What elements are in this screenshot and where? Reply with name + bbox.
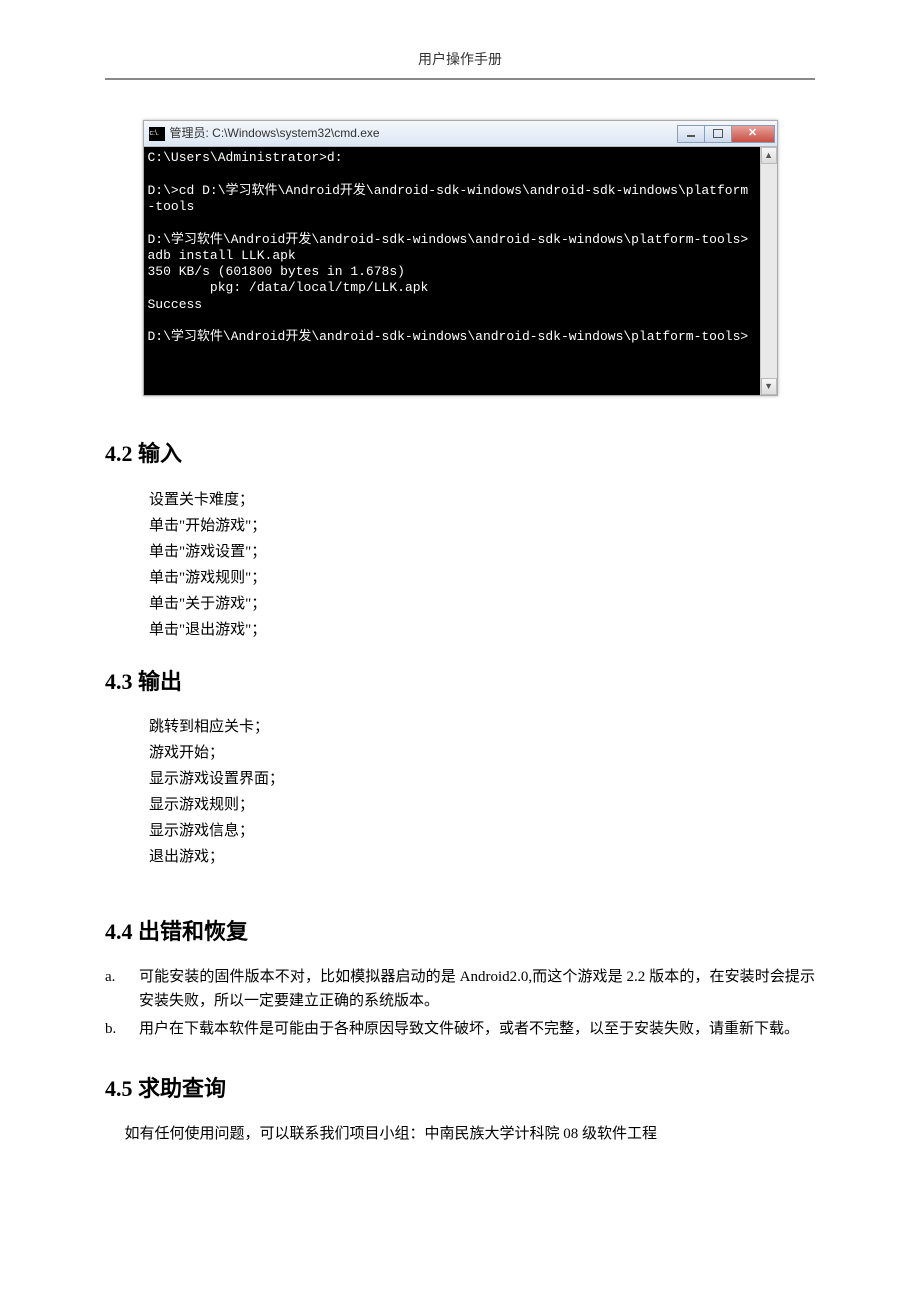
section-45-paragraph: 如有任何使用问题，可以联系我们项目小组：中南民族大学计科院 08 级软件工程 — [105, 1122, 815, 1146]
list-item: a. 可能安装的固件版本不对，比如模拟器启动的是 Android2.0,而这个游… — [105, 965, 815, 1013]
section-43-title: 4.3 输出 — [105, 664, 815, 699]
list-item: 游戏开始； — [149, 741, 815, 765]
minimize-button[interactable] — [677, 125, 705, 143]
list-marker: a. — [105, 965, 139, 1013]
cmd-output: C:\Users\Administrator>d: D:\>cd D:\学习软件… — [144, 147, 760, 395]
scroll-down-button[interactable]: ▼ — [761, 378, 777, 395]
page-header-title: 用户操作手册 — [105, 50, 815, 80]
list-item: 单击"开始游戏"； — [149, 514, 815, 538]
cmd-body-wrap: C:\Users\Administrator>d: D:\>cd D:\学习软件… — [144, 147, 777, 395]
section-43-list: 跳转到相应关卡； 游戏开始； 显示游戏设置界面； 显示游戏规则； 显示游戏信息；… — [149, 715, 815, 869]
scroll-up-button[interactable]: ▲ — [761, 147, 777, 164]
list-item: 退出游戏； — [149, 845, 815, 869]
list-marker: b. — [105, 1017, 139, 1041]
cmd-window: 管理员: C:\Windows\system32\cmd.exe C:\User… — [143, 120, 778, 396]
section-44-list: a. 可能安装的固件版本不对，比如模拟器启动的是 Android2.0,而这个游… — [105, 965, 815, 1041]
cmd-titlebar: 管理员: C:\Windows\system32\cmd.exe — [144, 121, 777, 147]
list-item: 设置关卡难度； — [149, 488, 815, 512]
list-text: 用户在下载本软件是可能由于各种原因导致文件破坏，或者不完整，以至于安装失败，请重… — [139, 1017, 815, 1041]
section-44-title: 4.4 出错和恢复 — [105, 914, 815, 949]
list-item: 单击"游戏设置"； — [149, 540, 815, 564]
close-button[interactable] — [731, 125, 775, 143]
cmd-scrollbar[interactable]: ▲ ▼ — [760, 147, 777, 395]
list-item: 单击"关于游戏"； — [149, 592, 815, 616]
section-42-list: 设置关卡难度； 单击"开始游戏"； 单击"游戏设置"； 单击"游戏规则"； 单击… — [149, 488, 815, 642]
section-45-title: 4.5 求助查询 — [105, 1071, 815, 1106]
list-item: 单击"游戏规则"； — [149, 566, 815, 590]
cmd-title-text: 管理员: C:\Windows\system32\cmd.exe — [170, 124, 678, 143]
maximize-button[interactable] — [704, 125, 732, 143]
list-item: 单击"退出游戏"； — [149, 618, 815, 642]
cmd-app-icon — [149, 127, 165, 141]
window-buttons — [678, 125, 775, 143]
list-item: 显示游戏规则； — [149, 793, 815, 817]
list-item: 显示游戏设置界面； — [149, 767, 815, 791]
list-item: 跳转到相应关卡； — [149, 715, 815, 739]
list-text: 可能安装的固件版本不对，比如模拟器启动的是 Android2.0,而这个游戏是 … — [139, 965, 815, 1013]
list-item: b. 用户在下载本软件是可能由于各种原因导致文件破坏，或者不完整，以至于安装失败… — [105, 1017, 815, 1041]
list-item: 显示游戏信息； — [149, 819, 815, 843]
section-42-title: 4.2 输入 — [105, 436, 815, 471]
